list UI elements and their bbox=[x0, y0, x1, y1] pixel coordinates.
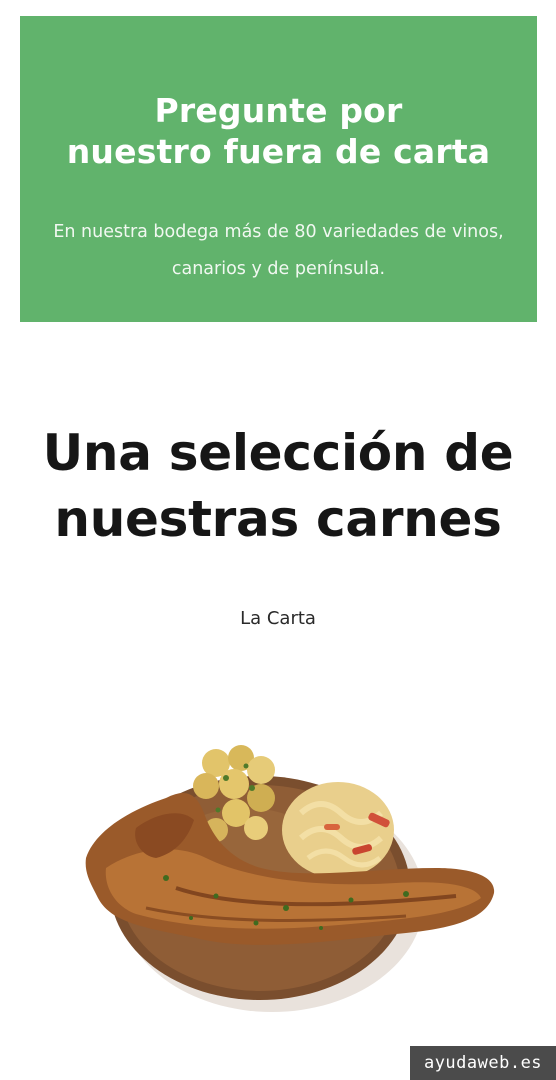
section-title-line-2: nuestras carnes bbox=[54, 490, 502, 548]
onions-and-peppers bbox=[282, 782, 394, 878]
page: Pregunte por nuestro fuera de carta En n… bbox=[0, 0, 556, 1080]
section-title: Una selección de nuestras carnes bbox=[0, 420, 556, 552]
promo-title: Pregunte por nuestro fuera de carta bbox=[20, 90, 537, 172]
grilled-chop-plate-image bbox=[85, 745, 495, 1012]
promo-title-line-2: nuestro fuera de carta bbox=[66, 132, 491, 171]
watermark-label: ayudaweb.es bbox=[410, 1046, 556, 1080]
la-carta-link[interactable]: La Carta bbox=[0, 606, 556, 632]
promo-description: En nuestra bodega más de 80 variedades d… bbox=[20, 214, 537, 288]
section-title-line-1: Una selección de bbox=[42, 424, 514, 482]
promo-description-line-2: canarios y de península. bbox=[171, 259, 386, 279]
promo-title-line-1: Pregunte por bbox=[154, 91, 403, 130]
promo-banner: Pregunte por nuestro fuera de carta En n… bbox=[20, 16, 537, 322]
promo-description-line-1: En nuestra bodega más de 80 variedades d… bbox=[53, 222, 504, 242]
